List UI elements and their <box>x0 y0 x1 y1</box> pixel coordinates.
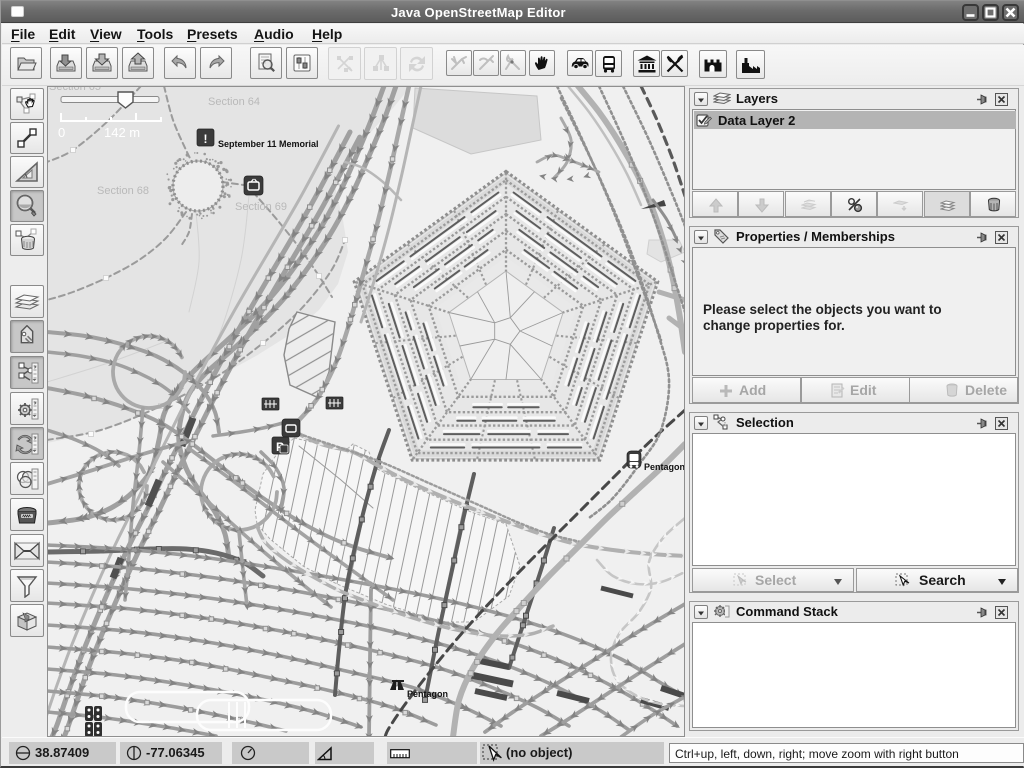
svg-text:Section 65: Section 65 <box>49 86 101 93</box>
svg-text:!: ! <box>204 132 208 146</box>
svg-text:Pentagon: Pentagon <box>407 689 448 699</box>
svg-text:0: 0 <box>58 125 65 140</box>
svg-text:142 m: 142 m <box>104 125 140 140</box>
svg-text:Section 68: Section 68 <box>97 185 149 197</box>
svg-text:September 11 Memorial: September 11 Memorial <box>218 139 319 149</box>
svg-text:Pentagon: Pentagon <box>644 462 685 472</box>
svg-text:Section 69: Section 69 <box>235 201 287 213</box>
svg-text:Section 64: Section 64 <box>208 96 260 108</box>
